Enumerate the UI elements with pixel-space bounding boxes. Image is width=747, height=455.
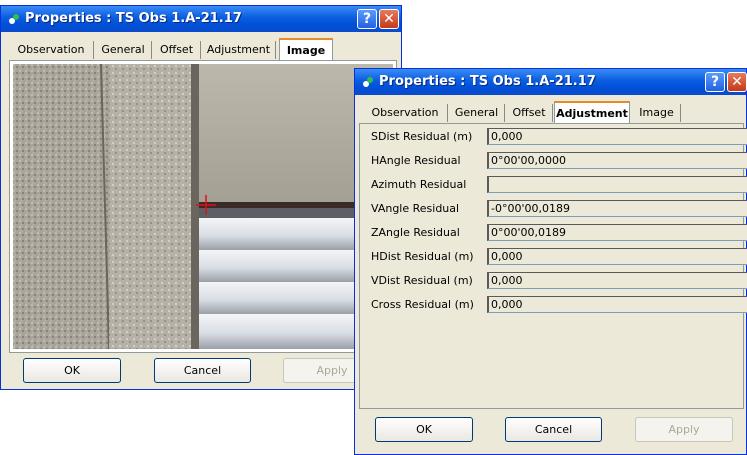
tab-strip: Observation General Offset Adjustment Im… [361, 101, 741, 123]
tab-image[interactable]: Image [279, 38, 333, 60]
close-icon[interactable]: ✕ [727, 72, 747, 92]
field-label: VDist Residual (m) [371, 274, 473, 287]
field-label: Azimuth Residual [371, 178, 467, 191]
ok-button[interactable]: OK [23, 358, 121, 383]
cross-residual-field[interactable]: 0,000 [487, 296, 747, 313]
title-bar[interactable]: Properties : TS Obs 1.A-21.17 ? ✕ [1, 6, 401, 32]
close-icon[interactable]: ✕ [379, 9, 399, 29]
help-icon[interactable]: ? [357, 9, 377, 29]
tab-general[interactable]: General [449, 104, 505, 122]
ok-button[interactable]: OK [375, 417, 473, 442]
cancel-button[interactable]: Cancel [154, 358, 251, 383]
image-panel [9, 60, 397, 353]
field-label: VAngle Residual [371, 202, 460, 215]
hdist-residual-field[interactable]: 0,000 [487, 248, 747, 265]
properties-window-adjustment: Properties : TS Obs 1.A-21.17 ? ✕ Observ… [354, 68, 747, 455]
field-label: Cross Residual (m) [371, 298, 474, 311]
tab-image[interactable]: Image [633, 104, 681, 122]
properties-window-image: Properties : TS Obs 1.A-21.17 ? ✕ Observ… [0, 5, 402, 390]
tab-general[interactable]: General [95, 41, 152, 59]
window-title: Properties : TS Obs 1.A-21.17 [379, 74, 596, 89]
azimuth-residual-field[interactable] [487, 176, 747, 193]
sdist-residual-field[interactable]: 0,000 [487, 128, 747, 145]
tab-adjustment[interactable]: Adjustment [202, 41, 276, 59]
survey-icon [363, 77, 373, 87]
field-label: HAngle Residual [371, 154, 461, 167]
cancel-button[interactable]: Cancel [505, 417, 602, 442]
tab-adjustment[interactable]: Adjustment [554, 101, 630, 123]
help-icon[interactable]: ? [705, 72, 725, 92]
vdist-residual-field[interactable]: 0,000 [487, 272, 747, 289]
tab-observation[interactable]: Observation [9, 41, 94, 59]
tab-offset[interactable]: Offset [506, 104, 553, 122]
camera-image[interactable] [13, 64, 393, 349]
tab-strip: Observation General Offset Adjustment Im… [7, 38, 397, 60]
field-label: HDist Residual (m) [371, 250, 474, 263]
survey-icon [9, 14, 19, 24]
apply-button[interactable]: Apply [635, 417, 733, 442]
hangle-residual-field[interactable]: 0°00'00,0000 [487, 152, 747, 169]
tab-observation[interactable]: Observation [363, 104, 448, 122]
field-label: SDist Residual (m) [371, 130, 473, 143]
field-label: ZAngle Residual [371, 226, 460, 239]
title-bar[interactable]: Properties : TS Obs 1.A-21.17 ? ✕ [355, 69, 747, 95]
vangle-residual-field[interactable]: -0°00'00,0189 [487, 200, 747, 217]
window-title: Properties : TS Obs 1.A-21.17 [25, 11, 242, 26]
tab-offset[interactable]: Offset [153, 41, 201, 59]
zangle-residual-field[interactable]: 0°00'00,0189 [487, 224, 747, 241]
adjustment-panel: SDist Residual (m) 0,000 HAngle Residual… [359, 123, 747, 409]
